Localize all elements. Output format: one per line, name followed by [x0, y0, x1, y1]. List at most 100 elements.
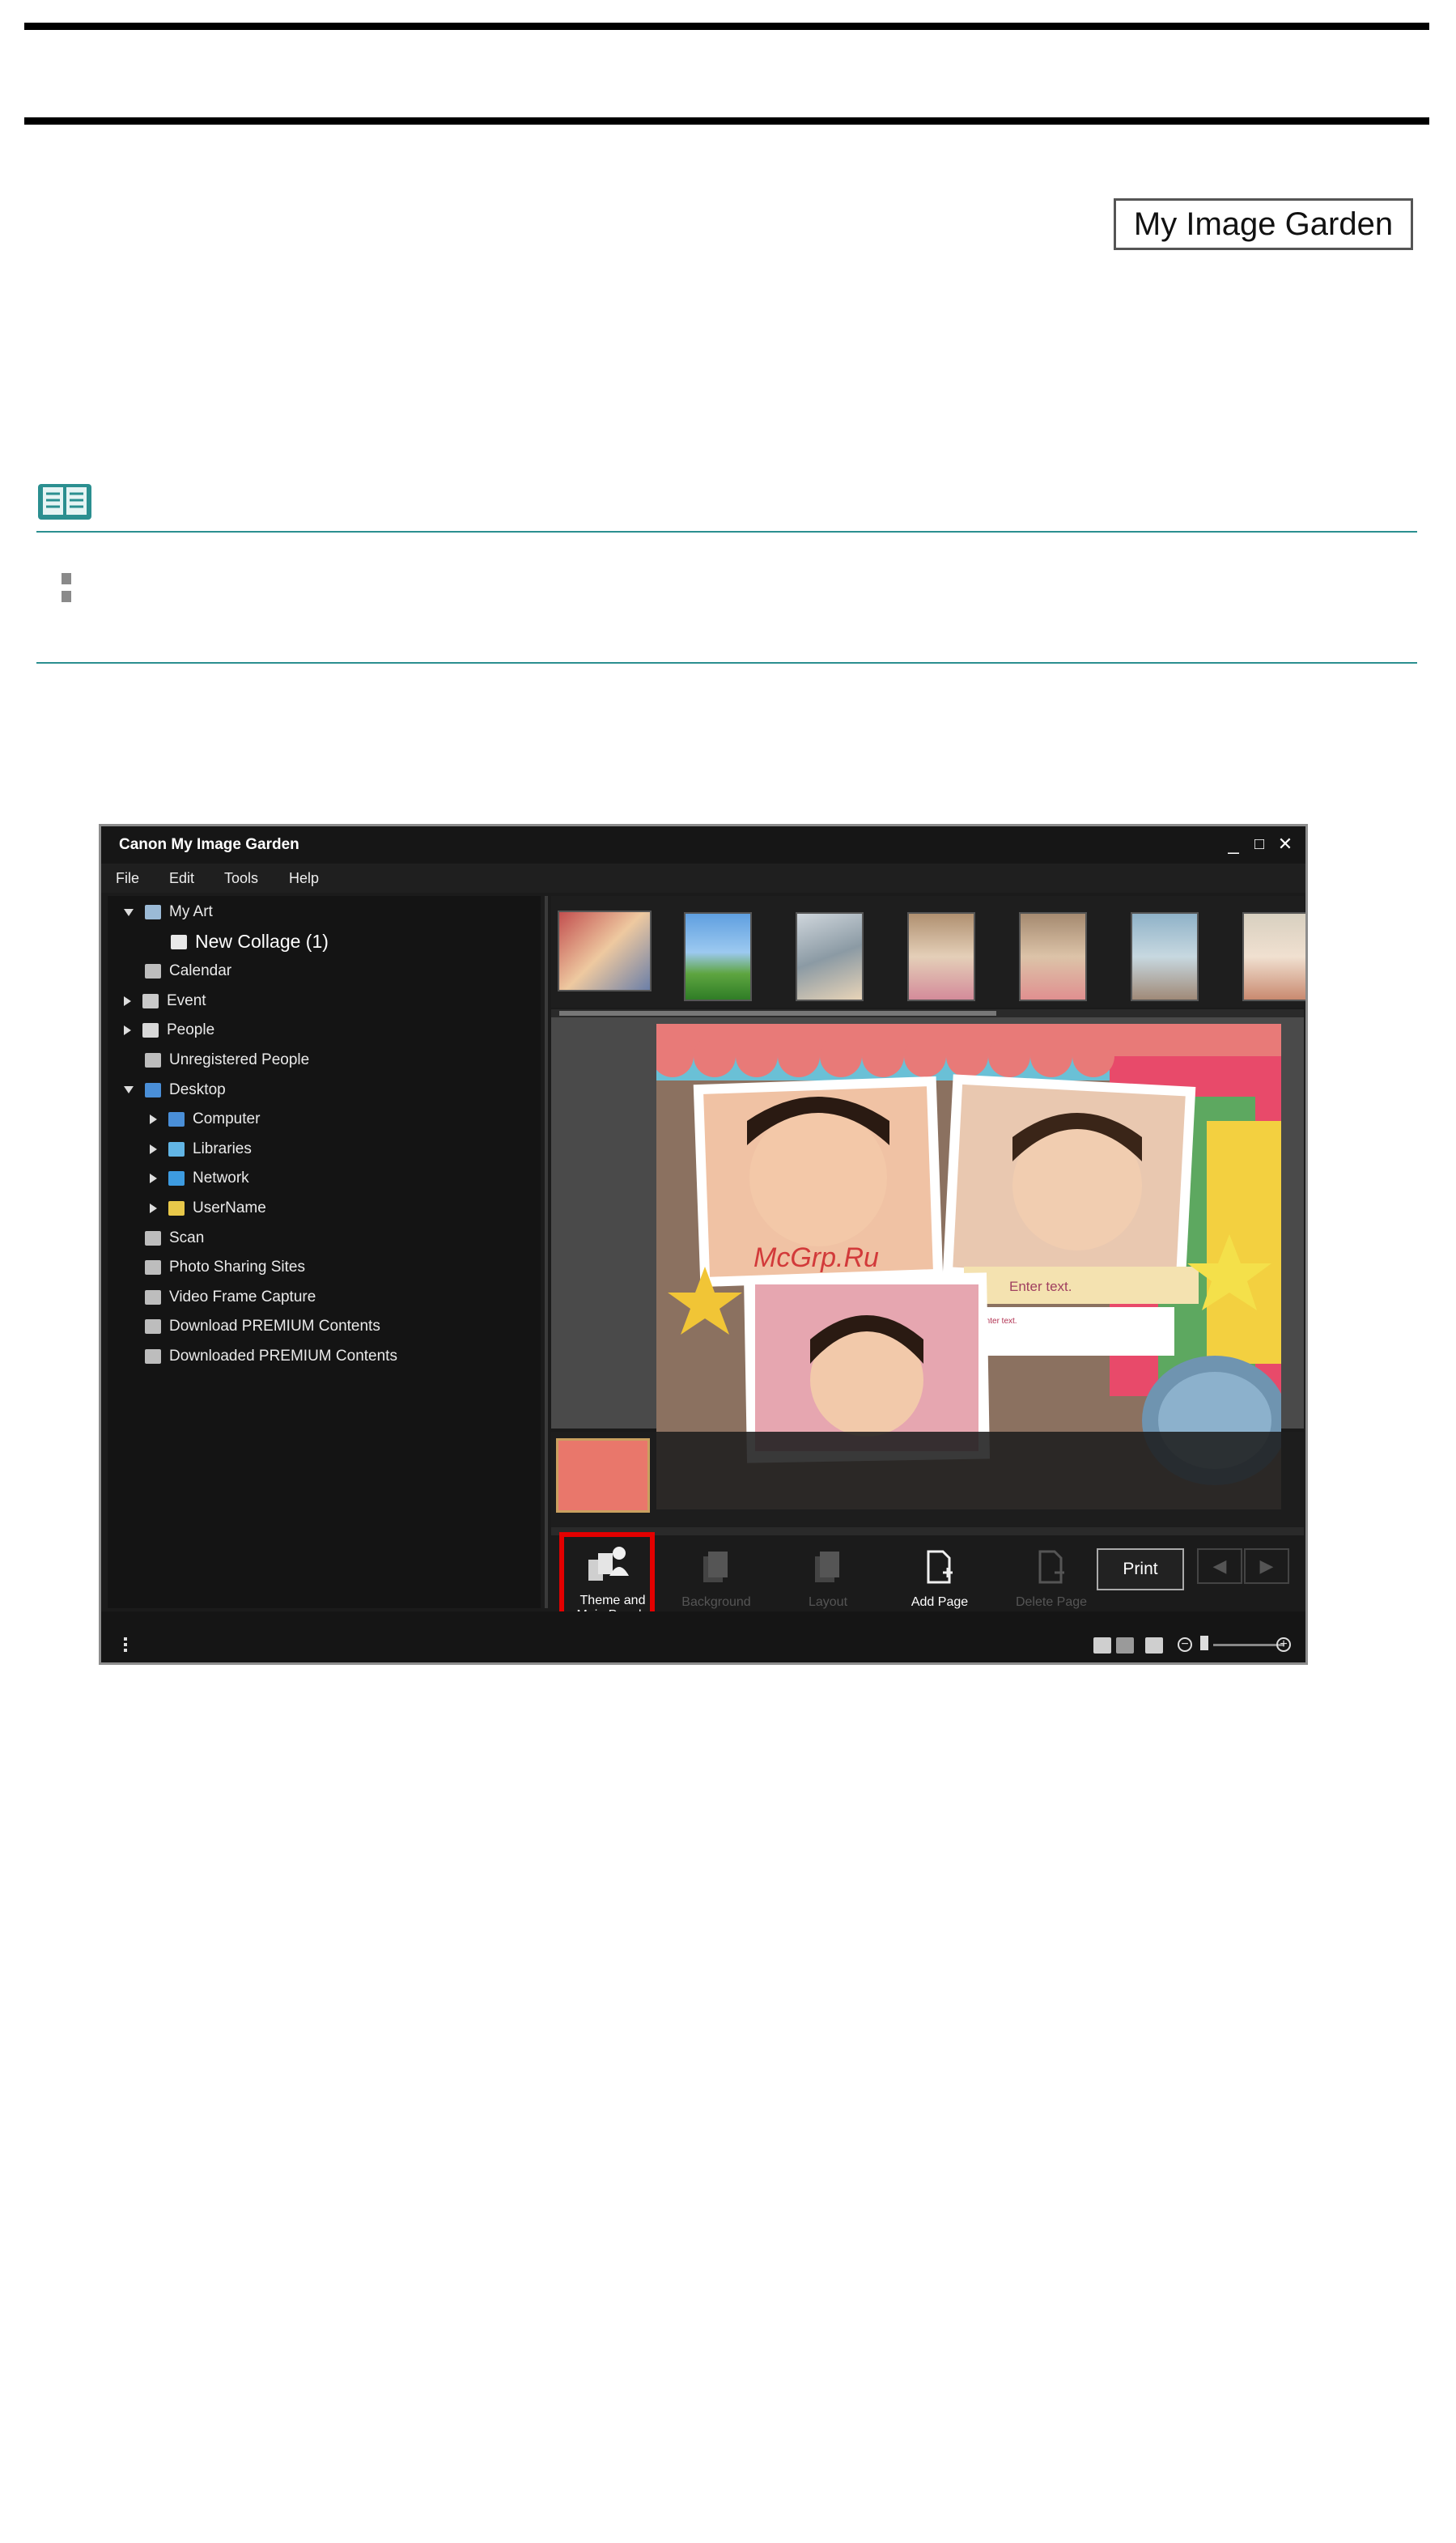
sidebar-item-label: Unregistered People	[169, 1051, 310, 1068]
maximize-button[interactable]: □	[1249, 833, 1270, 855]
window-title: Canon My Image Garden	[119, 836, 299, 853]
image-strip	[551, 896, 1305, 1008]
menu-bar: File Edit Tools Help	[101, 864, 1305, 893]
expand-arrow-down-icon[interactable]	[124, 908, 134, 916]
sidebar-item-download-premium-contents[interactable]: Download PREMIUM Contents	[124, 1314, 380, 1339]
note-bullet	[62, 573, 71, 602]
delete-page-icon	[1038, 1550, 1064, 1584]
expand-arrow-right-icon[interactable]	[150, 1204, 157, 1213]
minimize-button[interactable]: _	[1223, 833, 1244, 855]
status-menu-icon[interactable]	[124, 1637, 127, 1652]
background-icon	[703, 1552, 728, 1582]
sidebar-item-my-art[interactable]: My Art	[124, 899, 213, 925]
delete-page-button-label: Delete Page	[1015, 1595, 1088, 1609]
page-thumbnail[interactable]	[556, 1438, 650, 1513]
fit-view-icon[interactable]	[1145, 1637, 1163, 1654]
layout-button[interactable]: Layout	[779, 1537, 877, 1610]
sidebar-item-label: Photo Sharing Sites	[169, 1259, 305, 1276]
theme-and-main-people-button[interactable]: Theme and Main People	[559, 1532, 655, 1624]
image-strip-scrollbar[interactable]	[551, 1009, 1304, 1017]
top-rule	[24, 23, 1429, 30]
sidebar-item-desktop[interactable]: Desktop	[124, 1077, 226, 1103]
title-bar: Canon My Image Garden _ □ ✕	[101, 826, 1305, 864]
downloaded-premium-icon	[145, 1349, 161, 1364]
previous-page-button[interactable]: ◀	[1197, 1548, 1242, 1584]
calendar-icon	[145, 964, 161, 979]
my-art-icon	[145, 905, 161, 919]
close-button[interactable]: ✕	[1275, 833, 1296, 855]
sidebar-item-computer[interactable]: Computer	[150, 1106, 260, 1132]
zoom-slider-knob[interactable]	[1200, 1636, 1208, 1650]
theme-people-icon	[588, 1547, 629, 1581]
double-view-icon[interactable]	[1116, 1637, 1134, 1654]
sidebar-item-libraries[interactable]: Libraries	[150, 1136, 252, 1162]
thumbnail-image[interactable]	[796, 912, 864, 1001]
sidebar-item-event[interactable]: Event	[124, 988, 206, 1014]
sidebar-item-unregistered-people[interactable]: Unregistered People	[124, 1047, 309, 1073]
expand-arrow-right-icon[interactable]	[150, 1114, 157, 1125]
sidebar-item-label: Computer	[193, 1110, 261, 1128]
background-button-label: Background	[681, 1595, 751, 1609]
network-icon	[168, 1171, 185, 1187]
sidebar-item-scan[interactable]: Scan	[124, 1225, 204, 1251]
thumbnail-image[interactable]	[1242, 912, 1305, 1001]
scan-icon	[145, 1230, 161, 1246]
app-name-badge: My Image Garden	[1114, 198, 1413, 250]
expand-arrow-down-icon[interactable]	[124, 1086, 134, 1094]
note-top-rule	[36, 531, 1417, 533]
thumbnail-image[interactable]	[558, 911, 652, 991]
video-frame-icon	[145, 1289, 161, 1305]
expand-arrow-right-icon[interactable]	[150, 1174, 157, 1184]
event-icon	[142, 993, 159, 1008]
canvas-enter-text[interactable]: Enter text.	[1009, 1279, 1072, 1294]
menu-tools[interactable]: Tools	[224, 870, 258, 887]
sidebar-item-label: Video Frame Capture	[169, 1288, 316, 1305]
person-icon	[142, 1023, 159, 1038]
sidebar-item-label: My Art	[169, 903, 213, 920]
sidebar-item-video-frame-capture[interactable]: Video Frame Capture	[124, 1284, 316, 1310]
photo-sharing-icon	[145, 1260, 161, 1276]
sidebar-item-label: Desktop	[169, 1080, 226, 1098]
next-page-button[interactable]: ▶	[1244, 1548, 1289, 1584]
sidebar-item-people[interactable]: People	[124, 1017, 214, 1043]
expand-arrow-right-icon[interactable]	[150, 1144, 157, 1154]
header-rule	[24, 117, 1429, 125]
add-page-button[interactable]: Add Page	[891, 1537, 988, 1610]
menu-file[interactable]: File	[116, 870, 139, 887]
sidebar-item-network[interactable]: Network	[150, 1165, 249, 1191]
menu-help[interactable]: Help	[289, 870, 319, 887]
sidebar-item-calendar[interactable]: Calendar	[124, 958, 231, 984]
sidebar-item-label: Calendar	[169, 962, 232, 980]
sidebar-splitter[interactable]	[545, 896, 548, 1608]
thumbnail-image[interactable]	[1131, 912, 1199, 1001]
expand-arrow-right-icon[interactable]	[124, 996, 131, 1006]
sidebar-item-label: Libraries	[193, 1140, 252, 1157]
sidebar-item-username[interactable]: UserName	[150, 1195, 266, 1221]
print-button[interactable]: Print	[1097, 1548, 1184, 1590]
single-view-icon[interactable]	[1093, 1637, 1111, 1654]
expand-arrow-right-icon[interactable]	[124, 1025, 131, 1036]
zoom-out-icon[interactable]: −	[1178, 1637, 1192, 1652]
sidebar-item-photo-sharing-sites[interactable]: Photo Sharing Sites	[124, 1255, 305, 1280]
sidebar-item-label: Downloaded PREMIUM Contents	[169, 1348, 397, 1365]
sidebar-item-label: Event	[167, 991, 206, 1009]
menu-edit[interactable]: Edit	[169, 870, 194, 887]
watermark-text: McGrp.Ru	[753, 1242, 879, 1273]
note-bottom-rule	[36, 662, 1417, 664]
thumbnail-image[interactable]	[1019, 912, 1087, 1001]
zoom-in-icon[interactable]: +	[1276, 1637, 1291, 1652]
background-button[interactable]: Background	[668, 1537, 765, 1610]
sidebar-item-new-collage-1[interactable]: New Collage (1)	[150, 929, 329, 955]
thumbnail-image[interactable]	[684, 912, 752, 1001]
sidebar-item-label: Scan	[169, 1229, 205, 1246]
sidebar-item-downloaded-premium-contents[interactable]: Downloaded PREMIUM Contents	[124, 1344, 397, 1369]
user-folder-icon	[168, 1201, 185, 1216]
add-page-icon	[927, 1550, 953, 1584]
layout-button-label: Layout	[808, 1595, 848, 1609]
app-window: Canon My Image Garden _ □ ✕ File Edit To…	[99, 824, 1308, 1665]
delete-page-button[interactable]: Delete Page	[1003, 1537, 1100, 1610]
zoom-slider-track[interactable]	[1213, 1644, 1284, 1646]
filmstrip-scrollbar[interactable]	[551, 1527, 1304, 1535]
computer-icon	[168, 1112, 185, 1127]
thumbnail-image[interactable]	[907, 912, 975, 1001]
